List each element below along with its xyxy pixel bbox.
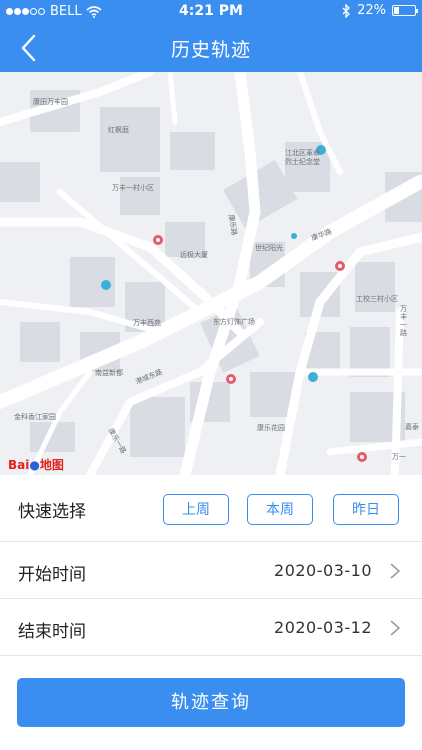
map-label: 康乐花园 bbox=[257, 424, 285, 432]
start-time-row[interactable]: 开始时间 2020-03-10 bbox=[0, 542, 422, 599]
status-bar: BELL 4:21 PM 22% bbox=[0, 0, 422, 24]
map-label: 万丰一村小区 bbox=[112, 184, 154, 192]
status-right: 22% bbox=[342, 3, 418, 18]
this-week-button[interactable]: 本周 bbox=[247, 494, 313, 525]
map-label: 嘉泰 bbox=[405, 423, 419, 431]
yesterday-button[interactable]: 昨日 bbox=[333, 494, 399, 525]
map-label: 远极大厦 bbox=[180, 251, 208, 259]
page-title: 历史轨迹 bbox=[170, 39, 251, 61]
end-time-value: 2020-03-12 bbox=[274, 618, 372, 637]
start-time-value: 2020-03-10 bbox=[274, 561, 372, 580]
end-time-row[interactable]: 结束时间 2020-03-12 bbox=[0, 599, 422, 656]
end-time-label: 结束时间 bbox=[18, 622, 86, 642]
track-query-button[interactable]: 轨迹查询 bbox=[17, 678, 405, 727]
chevron-right-icon bbox=[390, 563, 401, 579]
nav-bar: 历史轨迹 bbox=[0, 24, 422, 72]
map-label: 万丰西苑 bbox=[133, 319, 161, 327]
map-view[interactable]: 康田万丰园 红枫庭 万丰一村小区 远极大厦 万丰西苑 东方灯饰广场 南益新都 金… bbox=[0, 72, 422, 475]
quick-select-label: 快速选择 bbox=[18, 502, 86, 522]
chevron-right-icon bbox=[390, 620, 401, 636]
map-logo-text-b: 地图 bbox=[39, 458, 64, 472]
map-label: 江北区革命烈士纪念堂 bbox=[285, 149, 320, 166]
last-week-button[interactable]: 上周 bbox=[163, 494, 229, 525]
battery-icon bbox=[392, 5, 418, 16]
map-label: 金科香江家园 bbox=[14, 413, 56, 421]
map-logo: Bai●地图 bbox=[8, 456, 64, 473]
map-label: 万丰一路 bbox=[400, 305, 407, 337]
bluetooth-icon bbox=[342, 3, 351, 18]
map-label: 康田万丰园 bbox=[33, 98, 68, 106]
map-label: 南益新都 bbox=[95, 369, 123, 377]
map-canvas bbox=[0, 72, 422, 475]
map-label: 东方灯饰广场 bbox=[213, 318, 255, 326]
map-logo-text-a: Bai bbox=[8, 458, 30, 472]
start-time-label: 开始时间 bbox=[18, 565, 86, 585]
map-label: 世纪阳光 bbox=[255, 244, 283, 252]
map-label: 红枫庭 bbox=[108, 126, 129, 134]
paw-icon: ● bbox=[29, 458, 40, 472]
quick-select-row: 快速选择 上周 本周 昨日 bbox=[0, 476, 422, 542]
map-label: 万一 bbox=[392, 453, 406, 461]
map-label: 工校三村小区 bbox=[356, 295, 398, 303]
battery-percent: 22% bbox=[357, 3, 386, 18]
